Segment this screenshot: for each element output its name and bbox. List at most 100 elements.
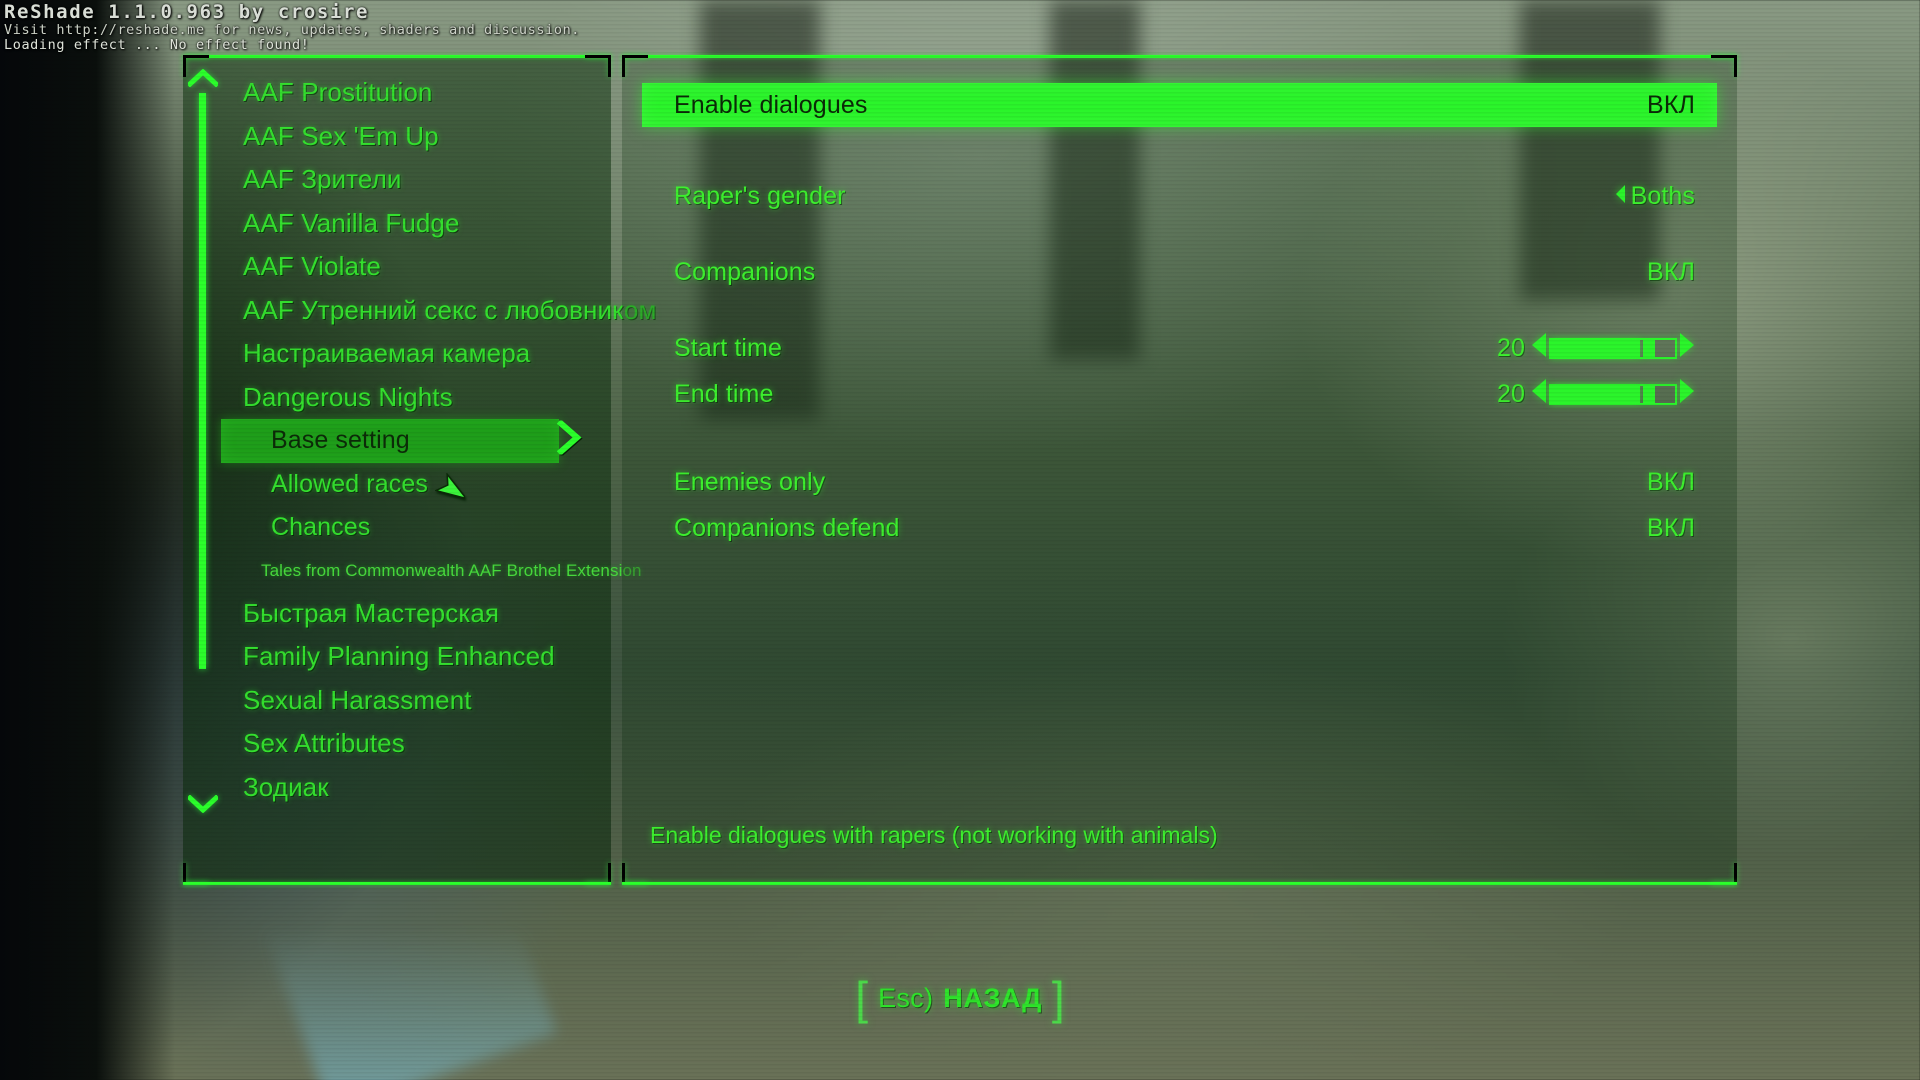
enum-value-text: Boths <box>1630 181 1695 210</box>
setting-label: Enable dialogues <box>674 90 868 119</box>
game-screen: ReShade 1.1.0.963 by crosire Visit http:… <box>0 0 1920 1080</box>
toggle-value-text: ВКЛ <box>1647 257 1695 286</box>
sidebar-item[interactable]: Chances <box>221 506 611 550</box>
slider-increase-icon[interactable] <box>1679 378 1695 411</box>
chevron-up-icon[interactable] <box>188 69 218 87</box>
row-spacer <box>642 417 1717 459</box>
setting-label: Enemies only <box>674 467 826 496</box>
setting-label: Raper's gender <box>674 181 846 210</box>
setting-value[interactable]: ВКЛ <box>1647 258 1695 287</box>
slider-track[interactable] <box>1549 337 1677 359</box>
setting-value[interactable]: ВКЛ <box>1647 514 1695 543</box>
sidebar-item-label: Family Planning Enhanced <box>243 641 555 672</box>
sidebar-item[interactable]: AAF Sex 'Em Up <box>221 115 611 159</box>
sidebar-item[interactable]: Sex Attributes <box>221 722 611 766</box>
row-spacer <box>642 131 1717 173</box>
setting-label: End time <box>674 379 774 408</box>
sidebar-item[interactable]: AAF Vanilla Fudge <box>221 202 611 246</box>
toggle-value-text: ВКЛ <box>1647 90 1695 119</box>
sidebar-item-label: Настраиваемая камера <box>243 338 531 369</box>
sidebar-item-label: Allowed races <box>271 469 428 498</box>
panel-corner-top-left <box>622 55 648 77</box>
sidebar-item-label: AAF Violate <box>243 251 381 282</box>
enum-previous-icon[interactable] <box>1615 182 1626 211</box>
sidebar-item[interactable]: Настраиваемая камера <box>221 332 611 376</box>
reshade-status-line: Loading effect ... No effect found! <box>4 37 310 54</box>
sidebar-item[interactable]: AAF Зрители <box>221 158 611 202</box>
mouse-cursor-icon <box>433 471 469 512</box>
sidebar-item-label: AAF Утренний секс с любовником <box>243 294 657 325</box>
sidebar-item-label: Зодиак <box>243 771 329 802</box>
panel-corner-top-right <box>1711 55 1737 77</box>
slider-knob[interactable] <box>1643 385 1656 403</box>
bracket-left: [ <box>855 972 869 1024</box>
sidebar-item-label: Sex Attributes <box>243 728 405 759</box>
reshade-title: ReShade 1.1.0.963 by crosire <box>4 1 370 23</box>
footer-bar: [ Esc) НАЗАД ] <box>0 975 1920 1021</box>
setting-row[interactable]: Companions ВКЛ <box>642 249 1717 295</box>
sidebar-item[interactable]: Быстрая Мастерская <box>221 592 611 636</box>
panel-top-edge <box>622 55 1737 58</box>
setting-row[interactable]: Companions defend ВКЛ <box>642 505 1717 551</box>
back-button-label: НАЗАД <box>943 982 1042 1013</box>
setting-value[interactable]: 20 <box>1497 332 1695 365</box>
setting-value[interactable]: Boths <box>1615 182 1695 211</box>
sidebar-item: Tales from Commonwealth AAF Brothel Exte… <box>221 550 641 592</box>
settings-panel: Enable dialogues ВКЛ Raper's gender Boths Co… <box>622 55 1737 885</box>
chevron-down-icon[interactable] <box>188 795 218 813</box>
sidebar-scrollbar[interactable] <box>183 65 225 813</box>
toggle-value-text: ВКЛ <box>1647 467 1695 496</box>
slider-fill <box>1551 339 1641 357</box>
mod-list: AAF Prostitution AAF Sex 'Em Up AAF Зрител… <box>221 71 656 810</box>
sidebar-item-label: AAF Vanilla Fudge <box>243 207 460 238</box>
setting-label: Companions defend <box>674 513 900 542</box>
row-spacer <box>642 295 1717 325</box>
slider-increase-icon[interactable] <box>1679 332 1695 365</box>
panel-bottom-edge <box>622 882 1737 885</box>
sidebar-item-label: AAF Sex 'Em Up <box>243 120 439 151</box>
reshade-overlay: ReShade 1.1.0.963 by crosire Visit http:… <box>4 1 580 54</box>
setting-row[interactable]: Raper's gender Boths <box>642 173 1717 219</box>
slider-fill <box>1551 385 1641 403</box>
back-button[interactable]: [ Esc) НАЗАД ] <box>855 975 1064 1021</box>
row-spacer <box>642 219 1717 249</box>
sidebar-item-selected[interactable]: Base setting <box>221 419 582 463</box>
scrollbar-thumb[interactable] <box>199 93 206 669</box>
background-shadow-left <box>0 0 175 1080</box>
setting-row[interactable]: End time 20 <box>642 371 1717 417</box>
setting-row[interactable]: Start time 20 <box>642 325 1717 371</box>
setting-value[interactable]: ВКЛ <box>1647 91 1695 120</box>
slider-value: 20 <box>1496 379 1525 408</box>
slider-track[interactable] <box>1549 383 1677 405</box>
setting-row-selected[interactable]: Enable dialogues ВКЛ <box>642 83 1717 127</box>
sidebar-item-label: Dangerous Nights <box>243 381 453 412</box>
sidebar-item[interactable]: Allowed races <box>221 463 611 507</box>
panel-bottom-edge <box>183 882 611 885</box>
sidebar-item-label: Chances <box>271 513 371 542</box>
sidebar-item[interactable]: Зодиак <box>221 766 611 810</box>
setting-value[interactable]: ВКЛ <box>1647 468 1695 497</box>
sidebar-item[interactable]: Family Planning Enhanced <box>221 635 611 679</box>
slider-decrease-icon[interactable] <box>1531 332 1547 365</box>
help-description-text: Enable dialogues with rapers (not workin… <box>650 822 1218 848</box>
bracket-right: ] <box>1051 972 1065 1024</box>
sidebar-item[interactable]: AAF Prostitution <box>221 71 611 115</box>
slider-knob[interactable] <box>1643 339 1656 357</box>
toggle-value-text: ВКЛ <box>1647 513 1695 542</box>
sidebar-item[interactable]: AAF Утренний секс с любовником <box>221 289 656 333</box>
sidebar-item-label: Быстрая Мастерская <box>243 597 500 628</box>
esc-key-label: Esc) <box>878 982 934 1013</box>
mod-list-panel: AAF Prostitution AAF Sex 'Em Up AAF Зрител… <box>183 55 656 885</box>
sidebar-item-label: Tales from Commonwealth AAF Brothel Exte… <box>261 560 642 580</box>
slider-value: 20 <box>1496 333 1525 362</box>
setting-value[interactable]: 20 <box>1497 378 1695 411</box>
sidebar-item[interactable]: AAF Violate <box>221 245 611 289</box>
settings-rows: Enable dialogues ВКЛ Raper's gender Boths Co… <box>642 83 1717 551</box>
sidebar-item-label: Base setting <box>271 426 410 455</box>
slider-decrease-icon[interactable] <box>1531 378 1547 411</box>
chevron-right-icon <box>556 419 583 461</box>
sidebar-item[interactable]: Dangerous Nights <box>221 376 611 420</box>
sidebar-item[interactable]: Sexual Harassment <box>221 679 611 723</box>
setting-row[interactable]: Enemies only ВКЛ <box>642 459 1717 505</box>
sidebar-item-label: AAF Prostitution <box>243 77 433 108</box>
